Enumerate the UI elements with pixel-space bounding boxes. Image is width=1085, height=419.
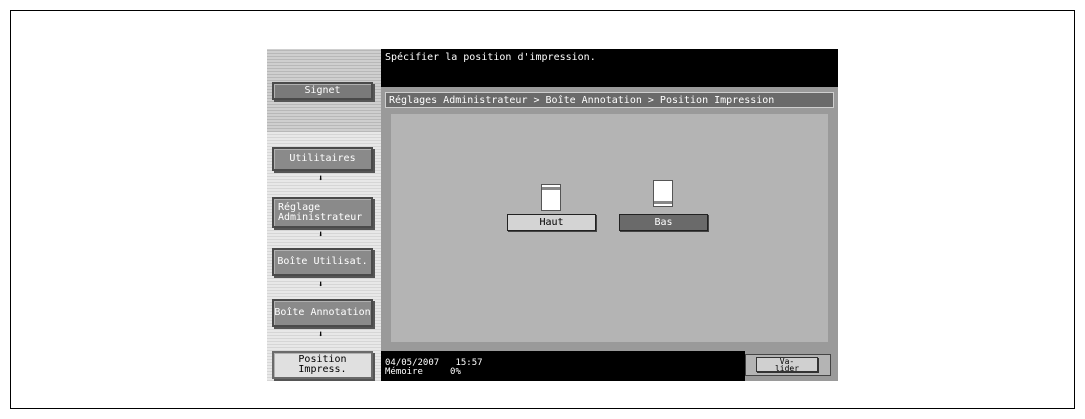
sidebar-item-utilitaires[interactable]: Utilitaires bbox=[272, 147, 373, 171]
sidebar-item-position-impress[interactable]: Position Impress. bbox=[272, 351, 373, 379]
main-area: Réglages Administrateur > Boîte Annotati… bbox=[381, 87, 838, 351]
sidebar: Signet Utilitaires ⬇ Réglage Administrat… bbox=[267, 49, 381, 381]
sidebar-item-boite-annotation[interactable]: Boîte Annotation bbox=[272, 299, 373, 327]
control-panel-screen: Signet Utilitaires ⬇ Réglage Administrat… bbox=[267, 49, 838, 381]
header-message: Spécifier la position d'impression. bbox=[385, 52, 596, 63]
page-bottom-icon bbox=[653, 180, 673, 207]
validate-button[interactable]: Va- lider bbox=[756, 357, 818, 373]
validate-button-frame: Va- lider bbox=[745, 354, 831, 376]
down-arrow-icon: ⬇ bbox=[318, 330, 324, 340]
sidebar-item-reglage-administrateur[interactable]: Réglage Administrateur bbox=[272, 197, 373, 228]
signet-button[interactable]: Signet bbox=[272, 82, 373, 100]
sidebar-item-boite-utilisat[interactable]: Boîte Utilisat. bbox=[272, 248, 373, 276]
page-top-icon bbox=[541, 184, 561, 211]
down-arrow-icon: ⬇ bbox=[318, 280, 324, 290]
down-arrow-icon: ⬇ bbox=[318, 230, 324, 240]
memory-label: Mémoire bbox=[385, 367, 423, 377]
breadcrumb: Réglages Administrateur > Boîte Annotati… bbox=[385, 92, 834, 108]
options-panel: Haut Bas bbox=[391, 114, 828, 342]
memory-value: 0% bbox=[450, 367, 461, 377]
bas-button[interactable]: Bas bbox=[619, 214, 708, 231]
down-arrow-icon: ⬇ bbox=[318, 174, 324, 184]
haut-button[interactable]: Haut bbox=[507, 214, 596, 231]
status-area: 04/05/2007 15:57 Mémoire 0% bbox=[385, 359, 483, 377]
